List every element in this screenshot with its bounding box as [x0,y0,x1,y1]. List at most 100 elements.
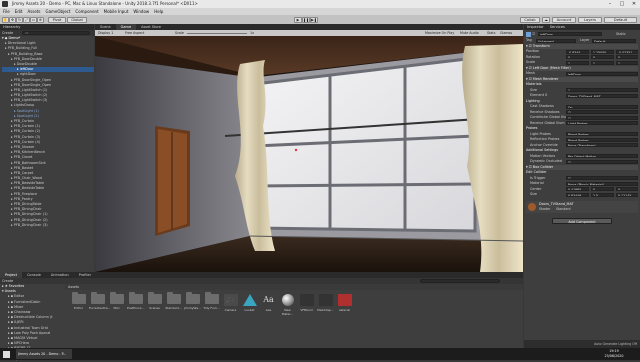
asset-item[interactable]: New Mater... [279,294,296,316]
hierarchy-search-input[interactable] [22,30,90,36]
menu-help[interactable]: Help [154,8,163,15]
collab-dropdown[interactable]: Collab [520,16,540,23]
add-component-button[interactable]: Add Component [552,217,612,224]
mesh-field[interactable]: leftDoor [566,71,638,76]
mesh-renderer-row-value[interactable]: ☑ [566,159,638,164]
hierarchy-item-label: PFB_BathroomSink [13,160,46,165]
asset-item[interactable]: asterial [336,294,353,316]
hierarchy-tab-label: Hierarchy [3,25,21,29]
minimize-button[interactable]: – [604,0,616,8]
mesh-renderer-row-value[interactable]: Doors_TVStand_MAT [566,93,638,98]
material-preview[interactable]: Doors_TVStand_MAT Shader Standard [526,200,638,213]
menu-file[interactable]: File [3,8,10,15]
mesh-renderer-row-value[interactable]: None (Transform) [566,143,638,148]
asset-item[interactable]: Scenes [146,292,163,316]
asset-item[interactable]: Lookat [241,294,258,316]
move-tool-button[interactable]: ✥ [9,16,16,23]
transform-position-x[interactable]: -0.8344 [566,49,589,54]
mesh-renderer-row-value[interactable]: Blend Probes [566,132,638,137]
asset-label: MainDisp... [317,307,334,312]
collider-size-y[interactable]: 2.5 [591,192,614,197]
object-name-field[interactable]: leftDoor [538,32,602,37]
mesh-renderer-row-value[interactable]: Light Probes [566,121,638,126]
asset-item[interactable]: MainDisp... [317,294,334,316]
hierarchy-item[interactable]: ▸ PFB_DiningChair (3) [2,223,94,228]
project-breadcrumb[interactable]: Assets [65,284,523,290]
inspector-tab-inspector[interactable]: Inspector [527,24,544,30]
transform-position-y[interactable]: 1.25050 [591,49,614,54]
asset-item[interactable]: Mixi [108,292,125,316]
mesh-renderer-component-title: Mesh Renderer [532,76,559,81]
collider-center-x[interactable]: 0.41865 [566,187,589,192]
asset-item[interactable]: FurnishedCa... [89,292,110,316]
global-toggle[interactable]: Global [67,16,87,23]
transform-scale-z[interactable]: 1 [616,60,638,65]
transform-rotation-z[interactable]: 0 [616,55,638,60]
rotate-tool-button[interactable]: ↻ [16,16,23,23]
account-dropdown[interactable]: Account [552,16,576,23]
transform-component-title: Transform [532,43,550,48]
mesh-renderer-row-value[interactable]: ☑ [566,110,638,115]
layout-dropdown[interactable]: Default [604,16,637,23]
step-button[interactable]: ▶❚ [310,16,318,23]
menu-mobile-input[interactable]: Mobile Input [104,8,129,15]
transform-tool-button[interactable]: ⊕ [37,16,44,23]
asset-item[interactable]: PostProce... [127,292,144,316]
asset-item[interactable]: Aa Aaa [260,294,277,316]
transform-scale-y[interactable]: 1 [591,60,614,65]
scale-slider[interactable] [187,32,247,34]
collider-center-z[interactable]: 0 [616,187,638,192]
asset-label: asterial [338,307,351,312]
menu-assets[interactable]: Assets [27,8,40,15]
asset-item[interactable]: Editor [70,292,87,316]
box-collider-row-value[interactable]: ☐ [566,176,638,181]
layer-dropdown[interactable]: Default [592,38,636,43]
unity-logo-icon [2,1,8,7]
asset-item[interactable]: JimmyWa... [184,292,201,316]
layers-dropdown[interactable]: Layers [578,16,602,23]
play-button[interactable]: ▶ [294,16,302,23]
static-toggle[interactable]: Static [616,31,626,38]
taskbar-app-button[interactable]: Jimmy Assets 20 - Demo - P... [16,349,72,359]
hierarchy-create-button[interactable]: Create [2,31,13,36]
rect-tool-button[interactable]: ▭ [30,16,37,23]
project-create-button[interactable]: Create [2,279,13,284]
asset-item[interactable]: VFBlend [298,294,315,316]
window-titlebar: Jimmy Assets 20 - Demo - PC, Mac & Linux… [0,0,640,8]
pivot-toggle[interactable]: Pivot [48,16,66,23]
tag-dropdown[interactable]: Untagged [536,38,576,43]
menu-gameobject[interactable]: GameObject [45,8,70,15]
mesh-renderer-row-value[interactable]: ☐ [566,115,638,120]
menu-edit[interactable]: Edit [15,8,23,15]
hand-tool-button[interactable]: ✋ [2,16,9,23]
windows-start-icon[interactable] [3,350,10,358]
box-collider-row-value[interactable]: None (Physic Material) [566,181,638,186]
inspector-tab-services[interactable]: Services [550,24,565,30]
game-viewport[interactable] [95,36,523,272]
asset-item[interactable]: Standard... [165,292,182,316]
transform-position-z[interactable]: -0.02351 [616,49,638,54]
folder-icon [185,292,200,304]
collider-size-z[interactable]: 0.12143 [616,192,638,197]
cloud-icon[interactable]: ☁ [542,16,550,23]
pause-button[interactable]: ❚❚ [302,16,310,23]
maximize-button[interactable]: □ [616,0,628,8]
mesh-renderer-row-value[interactable]: Blend Probes [566,137,638,142]
mesh-renderer-row-value[interactable]: 1 [566,88,638,93]
box-collider-component-title: Box Collider [532,164,554,169]
close-button[interactable]: ✕ [628,0,640,8]
mesh-renderer-row-value[interactable]: On [566,104,638,109]
collider-size-x[interactable]: 0.83449 [566,192,589,197]
menu-window[interactable]: Window [133,8,149,15]
menu-component[interactable]: Component [75,8,98,15]
scale-tool-button[interactable]: ⤢ [23,16,30,23]
shader-dropdown[interactable]: Standard [556,207,571,211]
asset-item[interactable]: Tidy Furn... [203,292,220,316]
transform-rotation-y[interactable]: 0 [591,55,614,60]
asset-item[interactable]: 🎥 Camera [222,294,239,316]
mesh-renderer-row-value[interactable]: Per Object Motion [566,154,638,159]
project-search-input[interactable] [420,278,500,284]
transform-rotation-x[interactable]: 0 [566,55,589,60]
transform-scale-x[interactable]: 1 [566,60,589,65]
collider-center-y[interactable]: 0 [591,187,614,192]
